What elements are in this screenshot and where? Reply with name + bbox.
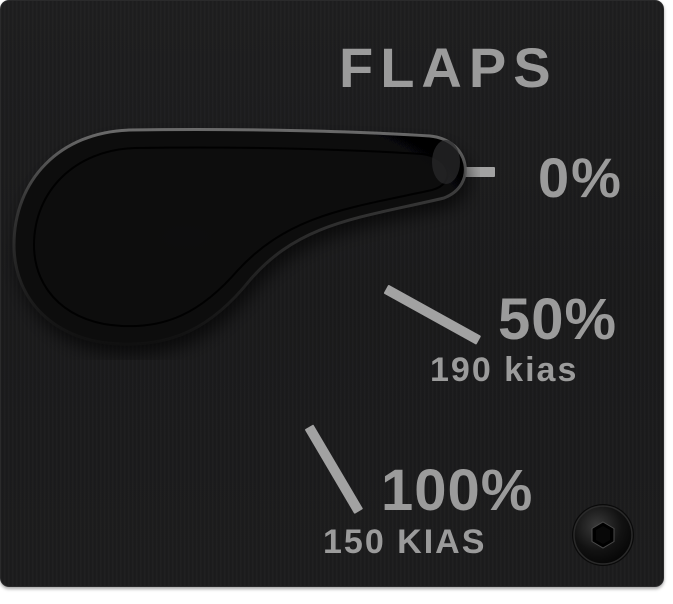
panel-title: FLAPS xyxy=(339,36,558,99)
flap-position-0-label[interactable]: 0% xyxy=(538,150,623,206)
flaps-panel: FLAPS 0% 50% 190 kias 100% 150 KIAS xyxy=(0,0,664,587)
hex-screw-icon xyxy=(572,504,634,566)
flap-lever-handle-icon[interactable] xyxy=(0,110,480,360)
flap-100-speed-limit: 150 KIAS xyxy=(323,523,487,561)
detent-tick-100 xyxy=(304,424,364,514)
flap-position-50-label[interactable]: 50% xyxy=(498,291,617,349)
flap-position-100-label[interactable]: 100% xyxy=(381,462,533,520)
